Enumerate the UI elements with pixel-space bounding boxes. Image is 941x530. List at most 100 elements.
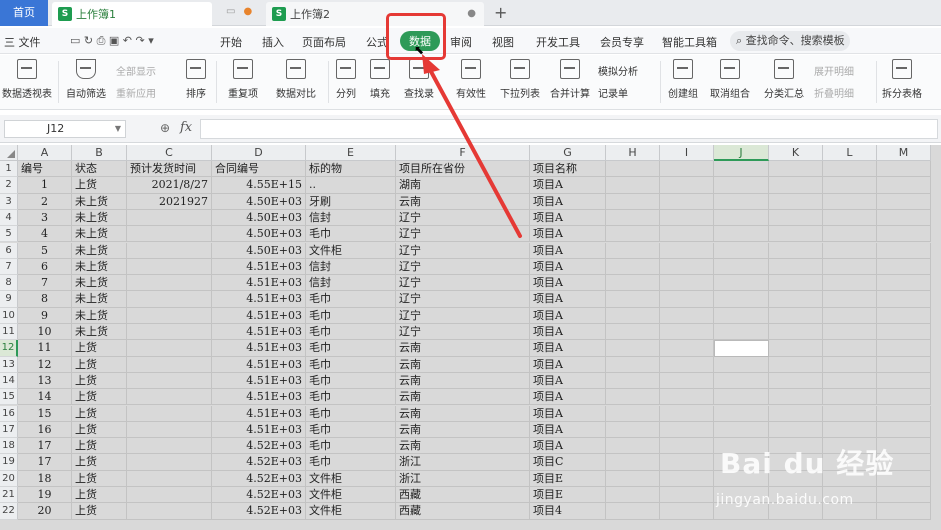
table-cell[interactable] (660, 340, 714, 357)
table-cell[interactable] (127, 242, 212, 259)
table-cell[interactable]: 2021927 (127, 193, 212, 210)
table-cell[interactable]: 项目A (530, 291, 606, 308)
table-cell[interactable]: 6 (18, 258, 72, 276)
header-cell[interactable]: 预计发货时间 (127, 161, 212, 178)
table-cell[interactable] (714, 356, 769, 373)
table-cell[interactable]: 4.55E+15 (212, 177, 306, 194)
table-cell[interactable]: 上货 (72, 372, 127, 390)
table-cell[interactable]: 4.52E+03 (212, 438, 306, 455)
table-cell[interactable] (769, 177, 823, 194)
table-cell[interactable]: 辽宁 (396, 242, 530, 259)
create-group-button[interactable]: 创建组 (668, 59, 698, 100)
table-cell[interactable] (606, 340, 660, 357)
table-cell[interactable] (127, 372, 212, 390)
table-cell[interactable]: 2 (18, 193, 72, 210)
table-cell[interactable] (877, 356, 931, 373)
table-cell[interactable] (660, 275, 714, 292)
table-cell[interactable]: 辽宁 (396, 307, 530, 324)
table-cell[interactable]: 4.51E+03 (212, 275, 306, 292)
table-cell[interactable]: 4.51E+03 (212, 324, 306, 341)
table-cell[interactable] (606, 275, 660, 292)
table-cell[interactable] (660, 193, 714, 210)
header-cell[interactable] (606, 161, 660, 178)
zoom-icon[interactable]: ⊕ (160, 121, 170, 135)
table-cell[interactable] (877, 372, 931, 390)
column-header-k[interactable]: K (769, 145, 823, 161)
table-cell[interactable]: 辽宁 (396, 275, 530, 292)
table-cell[interactable] (714, 209, 769, 227)
table-cell[interactable] (660, 405, 714, 422)
chevron-down-icon[interactable]: ▼ (115, 121, 121, 137)
table-cell[interactable] (606, 503, 660, 520)
table-cell[interactable]: .. (306, 177, 396, 194)
table-cell[interactable] (769, 275, 823, 292)
table-cell[interactable] (127, 356, 212, 373)
table-cell[interactable] (823, 356, 877, 373)
row-header[interactable]: 18 (0, 438, 18, 455)
table-cell[interactable] (823, 177, 877, 194)
table-cell[interactable]: 未上货 (72, 275, 127, 292)
table-cell[interactable]: 项目A (530, 209, 606, 227)
table-cell[interactable]: 项目A (530, 177, 606, 194)
table-cell[interactable]: 4.51E+03 (212, 307, 306, 324)
header-cell[interactable]: 合同编号 (212, 161, 306, 178)
table-cell[interactable]: 17 (18, 438, 72, 455)
header-cell[interactable]: 编号 (18, 161, 72, 178)
dropdown-list-button[interactable]: 下拉列表 (500, 59, 540, 100)
table-cell[interactable]: 11 (18, 340, 72, 357)
split-table-button[interactable]: 拆分表格 (882, 59, 922, 100)
table-cell[interactable]: 未上货 (72, 226, 127, 243)
table-cell[interactable]: 毛巾 (306, 389, 396, 406)
row-header[interactable]: 4 (0, 209, 18, 227)
table-cell[interactable]: 毛巾 (306, 340, 396, 357)
subtotal-button[interactable]: 分类汇总 (764, 59, 804, 100)
table-cell[interactable]: 4.50E+03 (212, 193, 306, 210)
table-cell[interactable] (714, 372, 769, 390)
table-cell[interactable]: 毛巾 (306, 324, 396, 341)
table-cell[interactable] (877, 340, 931, 357)
table-cell[interactable] (714, 193, 769, 210)
table-cell[interactable]: 4.51E+03 (212, 356, 306, 373)
table-cell[interactable] (769, 258, 823, 276)
table-cell[interactable]: 未上货 (72, 258, 127, 276)
table-cell[interactable] (877, 275, 931, 292)
table-cell[interactable] (660, 226, 714, 243)
table-cell[interactable] (823, 226, 877, 243)
table-cell[interactable]: 项目A (530, 242, 606, 259)
table-cell[interactable] (127, 275, 212, 292)
table-cell[interactable] (823, 275, 877, 292)
column-header-d[interactable]: D (212, 145, 306, 161)
row-header[interactable]: 19 (0, 454, 18, 471)
table-cell[interactable]: 未上货 (72, 291, 127, 308)
table-cell[interactable]: 云南 (396, 405, 530, 422)
row-header[interactable]: 14 (0, 372, 18, 390)
table-cell[interactable]: 上货 (72, 503, 127, 520)
autofilter-button[interactable]: 自动筛选 (66, 59, 106, 100)
table-cell[interactable]: 4.51E+03 (212, 258, 306, 276)
duplicates-button[interactable]: 重复项 (228, 59, 258, 100)
table-cell[interactable]: 文件柜 (306, 487, 396, 504)
table-cell[interactable]: 未上货 (72, 324, 127, 341)
table-cell[interactable] (660, 291, 714, 308)
table-cell[interactable]: 2021/8/27 (127, 177, 212, 194)
table-cell[interactable]: 项目C (530, 454, 606, 471)
menu-insert[interactable]: 插入 (262, 34, 284, 50)
row-header[interactable]: 13 (0, 356, 18, 373)
table-cell[interactable]: 毛巾 (306, 307, 396, 324)
header-cell[interactable]: 标的物 (306, 161, 396, 178)
column-header-b[interactable]: B (72, 145, 127, 161)
expand-detail-button[interactable]: 展开明细 (814, 63, 854, 78)
header-cell[interactable] (769, 161, 823, 178)
table-cell[interactable] (127, 438, 212, 455)
row-header[interactable]: 11 (0, 324, 18, 341)
table-cell[interactable] (660, 307, 714, 324)
table-cell[interactable]: 项目A (530, 275, 606, 292)
row-header[interactable]: 10 (0, 307, 18, 324)
table-cell[interactable]: 4.50E+03 (212, 226, 306, 243)
table-cell[interactable] (877, 177, 931, 194)
table-cell[interactable]: 项目A (530, 405, 606, 422)
table-cell[interactable] (823, 389, 877, 406)
column-header-j[interactable]: J (714, 145, 769, 161)
doc-tab-2[interactable]: S 上作簿2 ● (266, 2, 484, 26)
table-cell[interactable]: 未上货 (72, 307, 127, 324)
